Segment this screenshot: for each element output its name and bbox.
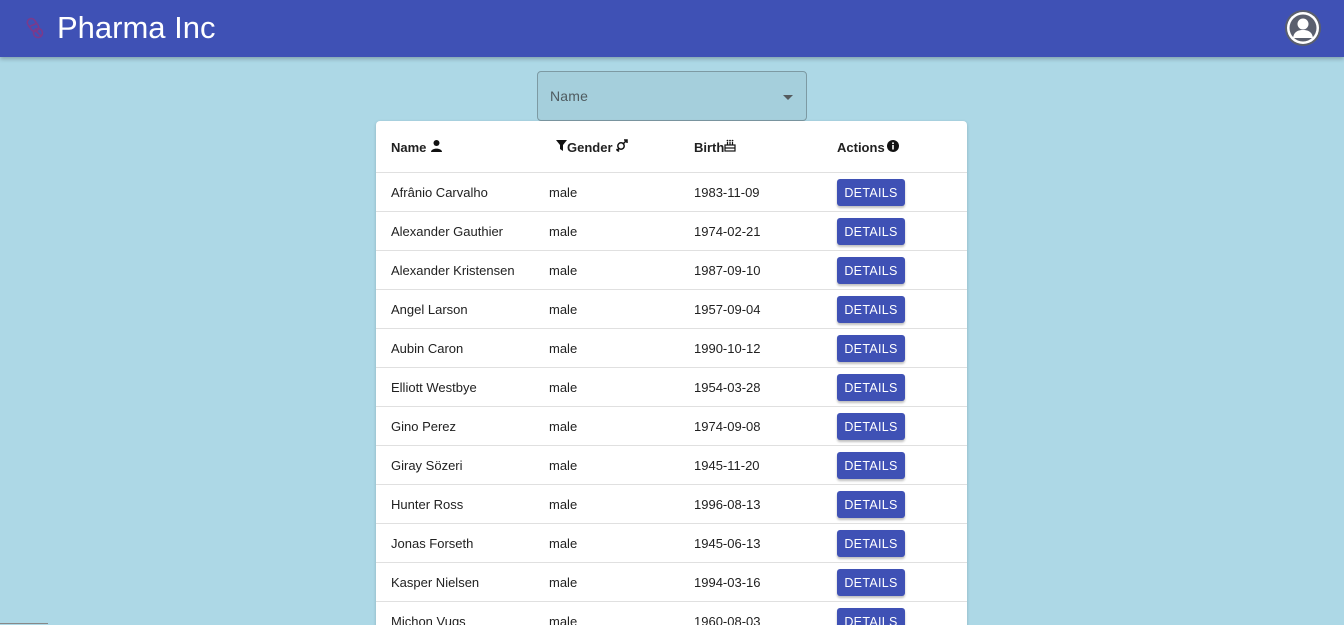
- name-filter-select[interactable]: Name: [537, 71, 807, 121]
- patient-birth: 1945-06-13: [694, 536, 761, 551]
- patient-birth: 1974-09-08: [694, 419, 761, 434]
- table-row: Michon Vugs male 1960-08-03 DETAILS: [376, 602, 967, 625]
- details-button[interactable]: DETAILS: [837, 335, 905, 362]
- table-row: Kasper Nielsen male 1994-03-16 DETAILS: [376, 563, 967, 602]
- table-row: Alexander Gauthier male 1974-02-21 DETAI…: [376, 212, 967, 251]
- patient-gender: male: [549, 575, 578, 590]
- details-button[interactable]: DETAILS: [837, 491, 905, 518]
- patient-name: Angel Larson: [391, 302, 468, 317]
- pills-icon: [26, 14, 48, 42]
- patient-birth: 1990-10-12: [694, 341, 761, 356]
- select-label: Name: [550, 88, 589, 104]
- details-button[interactable]: DETAILS: [837, 608, 905, 625]
- patient-name: Kasper Nielsen: [391, 575, 480, 590]
- patient-gender: male: [549, 185, 578, 200]
- patient-gender: male: [549, 458, 578, 473]
- patient-gender: male: [549, 419, 578, 434]
- patient-name: Giray Sözeri: [391, 458, 463, 473]
- patient-birth: 1987-09-10: [694, 263, 761, 278]
- details-button[interactable]: DETAILS: [837, 530, 905, 557]
- user-avatar-icon[interactable]: [1285, 10, 1321, 46]
- details-button[interactable]: DETAILS: [837, 413, 905, 440]
- patient-name: Alexander Gauthier: [391, 224, 504, 239]
- table-row: Alexander Kristensen male 1987-09-10 DET…: [376, 251, 967, 290]
- filter-icon: [556, 139, 567, 155]
- column-name-label: Name: [391, 139, 427, 155]
- app-bar: Pharma Inc: [0, 0, 1344, 57]
- details-button[interactable]: DETAILS: [837, 218, 905, 245]
- patient-name: Alexander Kristensen: [391, 263, 515, 278]
- info-icon: [886, 139, 899, 155]
- column-actions-label: Actions: [837, 139, 885, 155]
- details-button[interactable]: DETAILS: [837, 452, 905, 479]
- column-header-gender[interactable]: Gender: [556, 137, 629, 157]
- table-row: Gino Perez male 1974-09-08 DETAILS: [376, 407, 967, 446]
- table-row: Jonas Forseth male 1945-06-13 DETAILS: [376, 524, 967, 563]
- table-row: Aubin Caron male 1990-10-12 DETAILS: [376, 329, 967, 368]
- column-birth-label: Birth: [694, 139, 725, 155]
- patient-gender: male: [549, 614, 578, 625]
- patient-birth: 1954-03-28: [694, 380, 761, 395]
- table-row: Giray Sözeri male 1945-11-20 DETAILS: [376, 446, 967, 485]
- column-gender-label: Gender: [567, 139, 613, 155]
- patient-birth: 1945-11-20: [694, 458, 760, 473]
- patient-gender: male: [549, 536, 578, 551]
- table-row: Elliott Westbye male 1954-03-28 DETAILS: [376, 368, 967, 407]
- patient-birth: 1994-03-16: [694, 575, 761, 590]
- patient-gender: male: [549, 341, 578, 356]
- patient-name: Afrânio Carvalho: [391, 185, 488, 200]
- table-header: Name Gender Birth Actions: [376, 121, 967, 173]
- column-header-name[interactable]: Name: [391, 137, 443, 157]
- patient-gender: male: [549, 263, 578, 278]
- chevron-down-icon: [783, 95, 793, 100]
- patients-table: Name Gender Birth Actions Afrânio Carval…: [376, 121, 967, 625]
- patient-birth: 1960-08-03: [694, 614, 761, 625]
- patient-birth: 1957-09-04: [694, 302, 761, 317]
- patient-name: Hunter Ross: [391, 497, 464, 512]
- table-row: Afrânio Carvalho male 1983-11-09 DETAILS: [376, 173, 967, 212]
- person-icon: [431, 139, 443, 155]
- column-header-birth[interactable]: Birth: [694, 137, 736, 157]
- app-title: Pharma Inc: [57, 10, 216, 45]
- patient-birth: 1974-02-21: [694, 224, 761, 239]
- details-button[interactable]: DETAILS: [837, 257, 905, 284]
- patient-gender: male: [549, 497, 578, 512]
- patient-name: Elliott Westbye: [391, 380, 477, 395]
- patient-birth: 1983-11-09: [694, 185, 760, 200]
- divider: [0, 623, 48, 624]
- column-header-actions: Actions: [837, 137, 899, 157]
- details-button[interactable]: DETAILS: [837, 569, 905, 596]
- details-button[interactable]: DETAILS: [837, 374, 905, 401]
- patient-name: Gino Perez: [391, 419, 457, 434]
- table-row: Hunter Ross male 1996-08-13 DETAILS: [376, 485, 967, 524]
- patient-gender: male: [549, 380, 578, 395]
- birthday-cake-icon: [724, 139, 736, 155]
- patient-name: Jonas Forseth: [391, 536, 474, 551]
- details-button[interactable]: DETAILS: [837, 179, 905, 206]
- details-button[interactable]: DETAILS: [837, 296, 905, 323]
- patient-gender: male: [549, 302, 578, 317]
- patient-name: Michon Vugs: [391, 614, 466, 625]
- patient-gender: male: [549, 224, 578, 239]
- patient-birth: 1996-08-13: [694, 497, 761, 512]
- gender-icon: [615, 138, 629, 156]
- table-row: Angel Larson male 1957-09-04 DETAILS: [376, 290, 967, 329]
- patient-name: Aubin Caron: [391, 341, 464, 356]
